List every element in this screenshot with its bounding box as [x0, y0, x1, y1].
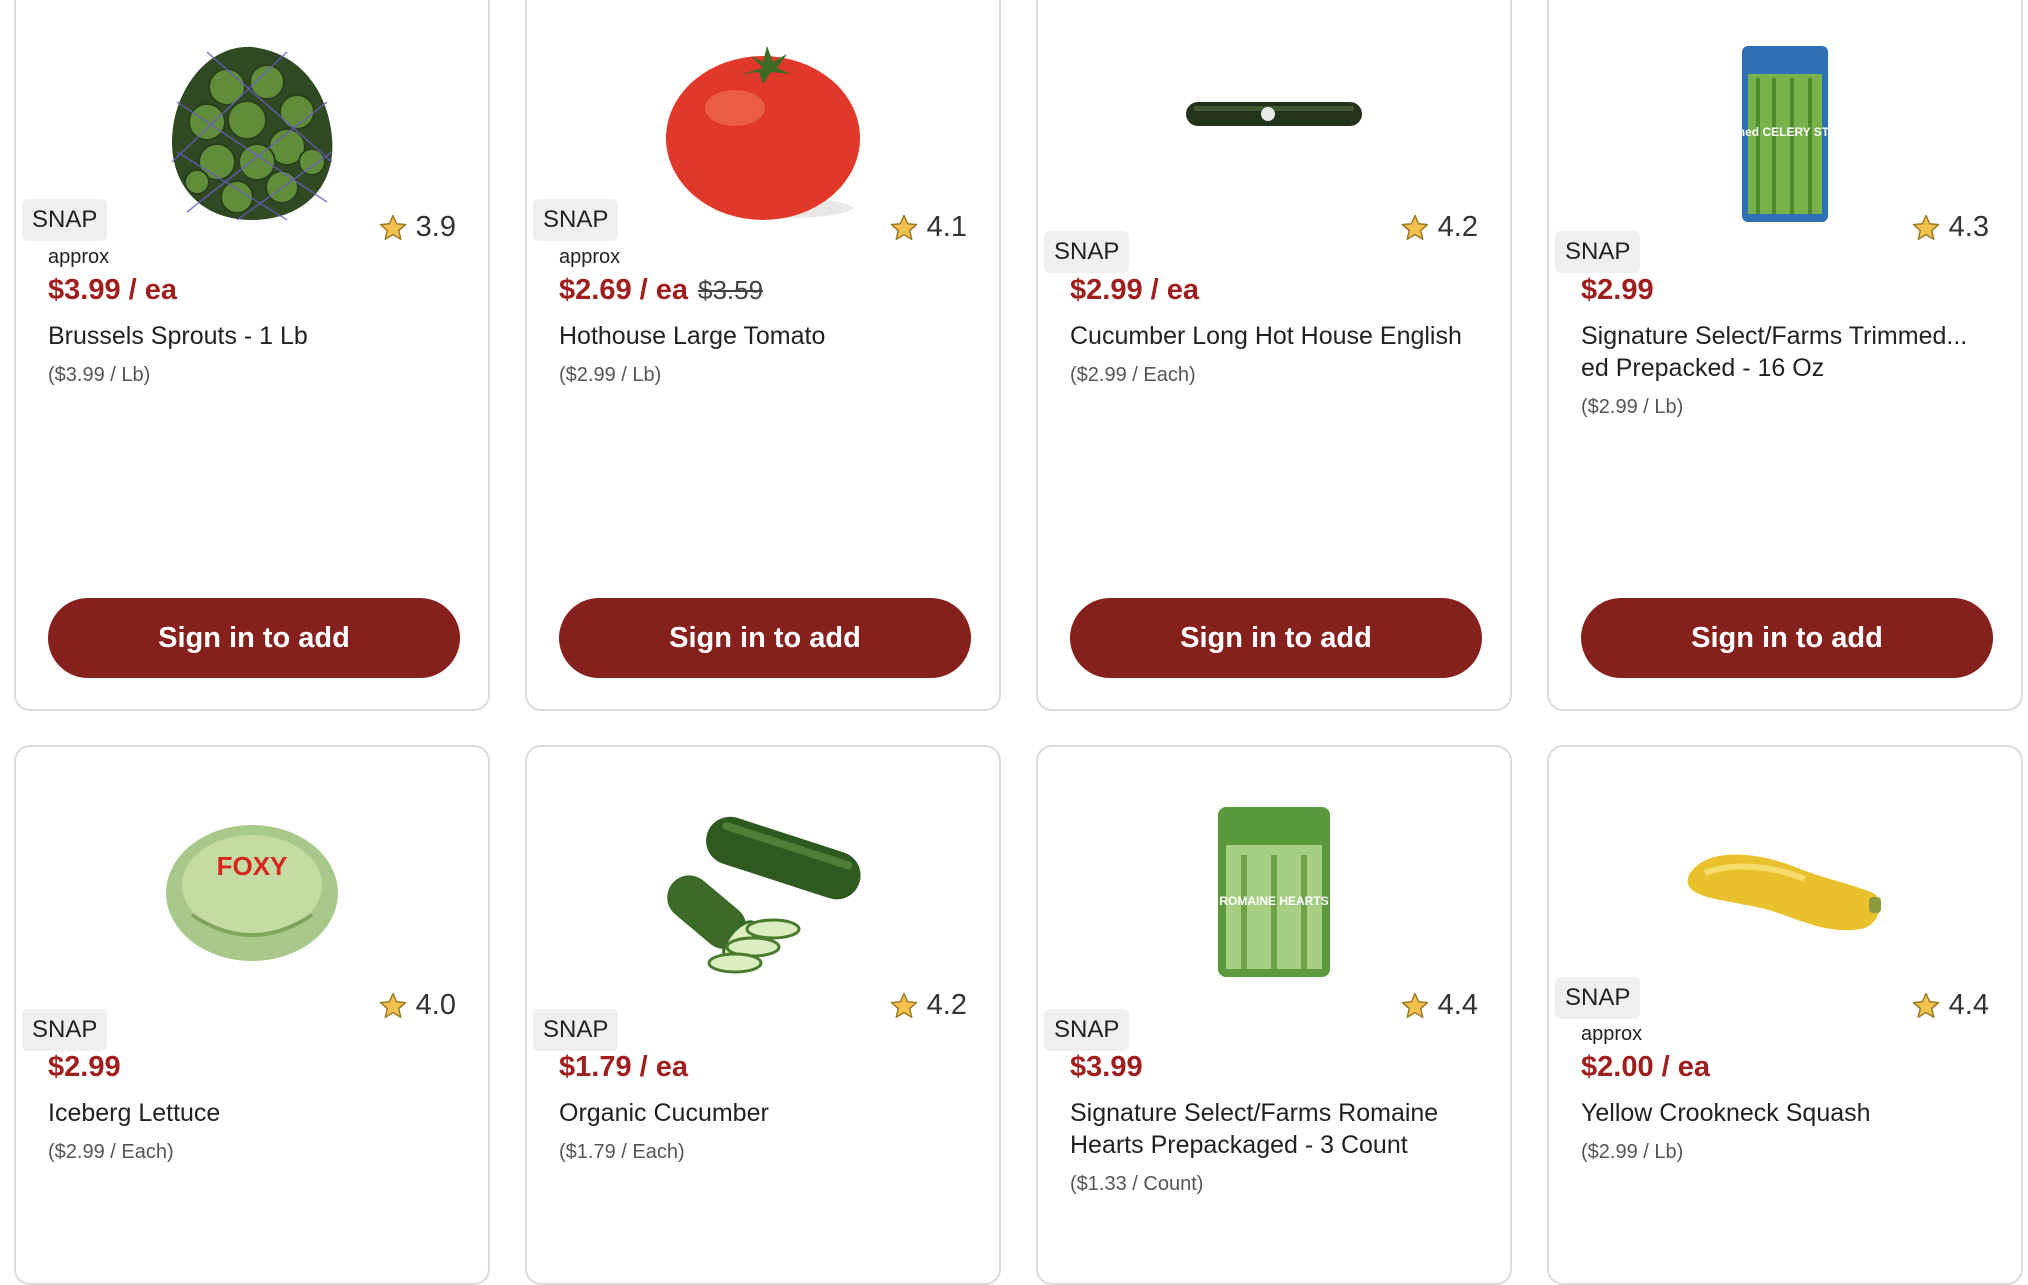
rating-value: 4.3	[1948, 211, 1989, 243]
product-name[interactable]: Organic Cucumber	[559, 1097, 967, 1129]
product-rating: 3.9	[378, 211, 456, 244]
romaine-hearts-image[interactable]: ROMAINE HEARTS	[1214, 805, 1334, 979]
sign-in-to-add-button[interactable]: Sign in to add	[559, 598, 971, 678]
product-price: $3.99	[1070, 1051, 1143, 1083]
product-price: $1.79 / ea	[559, 1051, 688, 1083]
rating-value: 4.0	[415, 989, 456, 1021]
product-card[interactable]: SNAP 4.4 approx $2.00 / ea Yellow Crookn…	[1547, 745, 2023, 1285]
rating-value: 4.4	[1437, 989, 1478, 1021]
product-card[interactable]: ROMAINE HEARTS SNAP 4.4 $3.99 Signature …	[1036, 745, 1512, 1285]
package-text: Trimmed CELERY STALKS	[1740, 125, 1830, 139]
unit-price: ($2.99 / Lb)	[559, 364, 662, 386]
product-name[interactable]: Cucumber Long Hot House English	[1070, 320, 1478, 352]
rating-value: 4.2	[926, 989, 967, 1021]
celery-stalks-image[interactable]: Trimmed CELERY STALKS	[1740, 44, 1830, 224]
snap-badge: SNAP	[22, 199, 108, 241]
product-name[interactable]: Hothouse Large Tomato	[559, 320, 967, 352]
product-name[interactable]: Yellow Crookneck Squash	[1581, 1097, 1989, 1129]
star-icon	[1911, 991, 1941, 1021]
tomato-image[interactable]	[663, 38, 863, 222]
product-price: $2.69 / ea $3.59	[559, 274, 764, 306]
product-name[interactable]: Brussels Sprouts - 1 Lb	[48, 320, 456, 352]
snap-badge: SNAP	[533, 1009, 619, 1051]
snap-badge: SNAP	[22, 1009, 108, 1051]
product-rating: 4.4	[1911, 989, 1989, 1022]
star-icon	[1400, 991, 1430, 1021]
unit-price: ($2.99 / Lb)	[1581, 1141, 1684, 1163]
star-icon	[1911, 213, 1941, 243]
snap-badge: SNAP	[1044, 231, 1130, 273]
sign-in-to-add-button[interactable]: Sign in to add	[1581, 598, 1993, 678]
product-card[interactable]: Trimmed CELERY STALKS SNAP 4.3 $2.99 Sig…	[1547, 0, 2023, 711]
product-price: $2.99	[1581, 274, 1654, 306]
product-rating: 4.4	[1400, 989, 1478, 1022]
product-name[interactable]: Signature Select/Farms Trimmed... ed Pre…	[1581, 320, 1989, 384]
unit-price: ($2.99 / Lb)	[1581, 396, 1684, 418]
product-price: $2.99 / ea	[1070, 274, 1199, 306]
unit-price: ($1.79 / Each)	[559, 1141, 685, 1163]
product-price: $2.00 / ea	[1581, 1051, 1710, 1083]
product-card[interactable]: FOXY SNAP 4.0 $2.99 Iceberg Lettuce ($2.…	[14, 745, 490, 1285]
snap-badge: SNAP	[1044, 1009, 1130, 1051]
unit-price: ($2.99 / Each)	[1070, 364, 1196, 386]
product-rating: 4.3	[1911, 211, 1989, 244]
product-card[interactable]: SNAP 4.1 approx $2.69 / ea $3.59 Hothouse…	[525, 0, 1001, 711]
package-text: ROMAINE HEARTS	[1219, 894, 1328, 908]
snap-badge: SNAP	[1555, 977, 1641, 1019]
product-rating: 4.2	[889, 989, 967, 1022]
brussels-sprouts-image[interactable]	[167, 42, 337, 222]
iceberg-lettuce-image[interactable]: FOXY	[162, 815, 342, 965]
sign-in-to-add-button[interactable]: Sign in to add	[1070, 598, 1482, 678]
english-cucumber-image[interactable]	[1184, 94, 1364, 134]
product-name[interactable]: Signature Select/Farms Romaine Hearts Pr…	[1070, 1097, 1478, 1161]
approx-label: approx	[559, 246, 621, 268]
product-card[interactable]: SNAP 3.9 approx $3.99 / ea Brussels Spro…	[14, 0, 490, 711]
product-price: $2.99	[48, 1051, 121, 1083]
rating-value: 3.9	[415, 211, 456, 243]
snap-badge: SNAP	[533, 199, 619, 241]
package-text: FOXY	[217, 851, 288, 881]
product-name[interactable]: Iceberg Lettuce	[48, 1097, 456, 1129]
star-icon	[889, 991, 919, 1021]
product-card[interactable]: SNAP 4.2 $2.99 / ea Cucumber Long Hot Ho…	[1036, 0, 1512, 711]
star-icon	[1400, 213, 1430, 243]
product-rating: 4.1	[889, 211, 967, 244]
rating-value: 4.2	[1437, 211, 1478, 243]
product-rating: 4.2	[1400, 211, 1478, 244]
rating-value: 4.4	[1948, 989, 1989, 1021]
sign-in-to-add-button[interactable]: Sign in to add	[48, 598, 460, 678]
star-icon	[378, 213, 408, 243]
unit-price: ($1.33 / Count)	[1070, 1173, 1204, 1195]
yellow-squash-image[interactable]	[1685, 847, 1885, 937]
snap-badge: SNAP	[1555, 231, 1641, 273]
cucumber-image[interactable]	[663, 809, 863, 979]
approx-label: approx	[1581, 1023, 1643, 1045]
star-icon	[378, 991, 408, 1021]
rating-value: 4.1	[926, 211, 967, 243]
unit-price: ($3.99 / Lb)	[48, 364, 151, 386]
approx-label: approx	[48, 246, 110, 268]
product-rating: 4.0	[378, 989, 456, 1022]
original-price: $3.59	[698, 275, 764, 305]
product-price: $3.99 / ea	[48, 274, 177, 306]
star-icon	[889, 213, 919, 243]
product-card[interactable]: SNAP 4.2 $1.79 / ea Organic Cucumber ($1…	[525, 745, 1001, 1285]
unit-price: ($2.99 / Each)	[48, 1141, 174, 1163]
